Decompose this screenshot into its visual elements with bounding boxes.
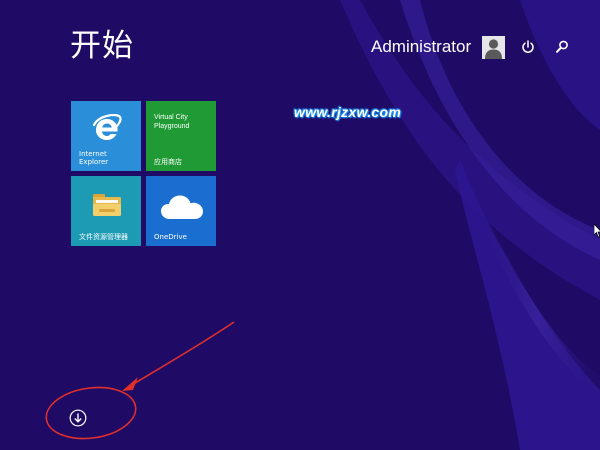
tile-label-line2: Explorer [79, 158, 109, 166]
tile-file-explorer[interactable]: 文件资源管理器 [71, 176, 141, 246]
internet-explorer-icon [92, 114, 122, 140]
tile-store-label: 应用商店 [154, 158, 182, 166]
mouse-cursor-icon [594, 224, 600, 238]
folder-icon [93, 194, 121, 216]
user-avatar-icon[interactable] [482, 36, 505, 59]
tile-onedrive[interactable]: OneDrive [146, 176, 216, 246]
start-screen-title: 开始 [70, 28, 134, 64]
tile-label-line1: Internet [79, 150, 107, 158]
all-apps-down-arrow-icon[interactable] [69, 409, 87, 427]
tile-onedrive-label: OneDrive [154, 233, 187, 241]
tile-store-live-title: Virtual City Playground [154, 113, 212, 131]
tile-internet-explorer-label: Internet Explorer [79, 150, 108, 166]
site-watermark: www.rjzxw.com [294, 104, 402, 120]
user-name[interactable]: Administrator [371, 37, 471, 57]
tile-file-explorer-label: 文件资源管理器 [79, 233, 128, 241]
tile-store[interactable]: Virtual City Playground 应用商店 [146, 101, 216, 171]
tile-internet-explorer[interactable]: Internet Explorer [71, 101, 141, 171]
tile-title-line2: Playground [154, 123, 190, 130]
tile-title-line1: Virtual City [154, 114, 188, 121]
power-icon[interactable] [519, 38, 537, 56]
search-icon[interactable] [553, 38, 571, 56]
cloud-icon [161, 195, 203, 219]
